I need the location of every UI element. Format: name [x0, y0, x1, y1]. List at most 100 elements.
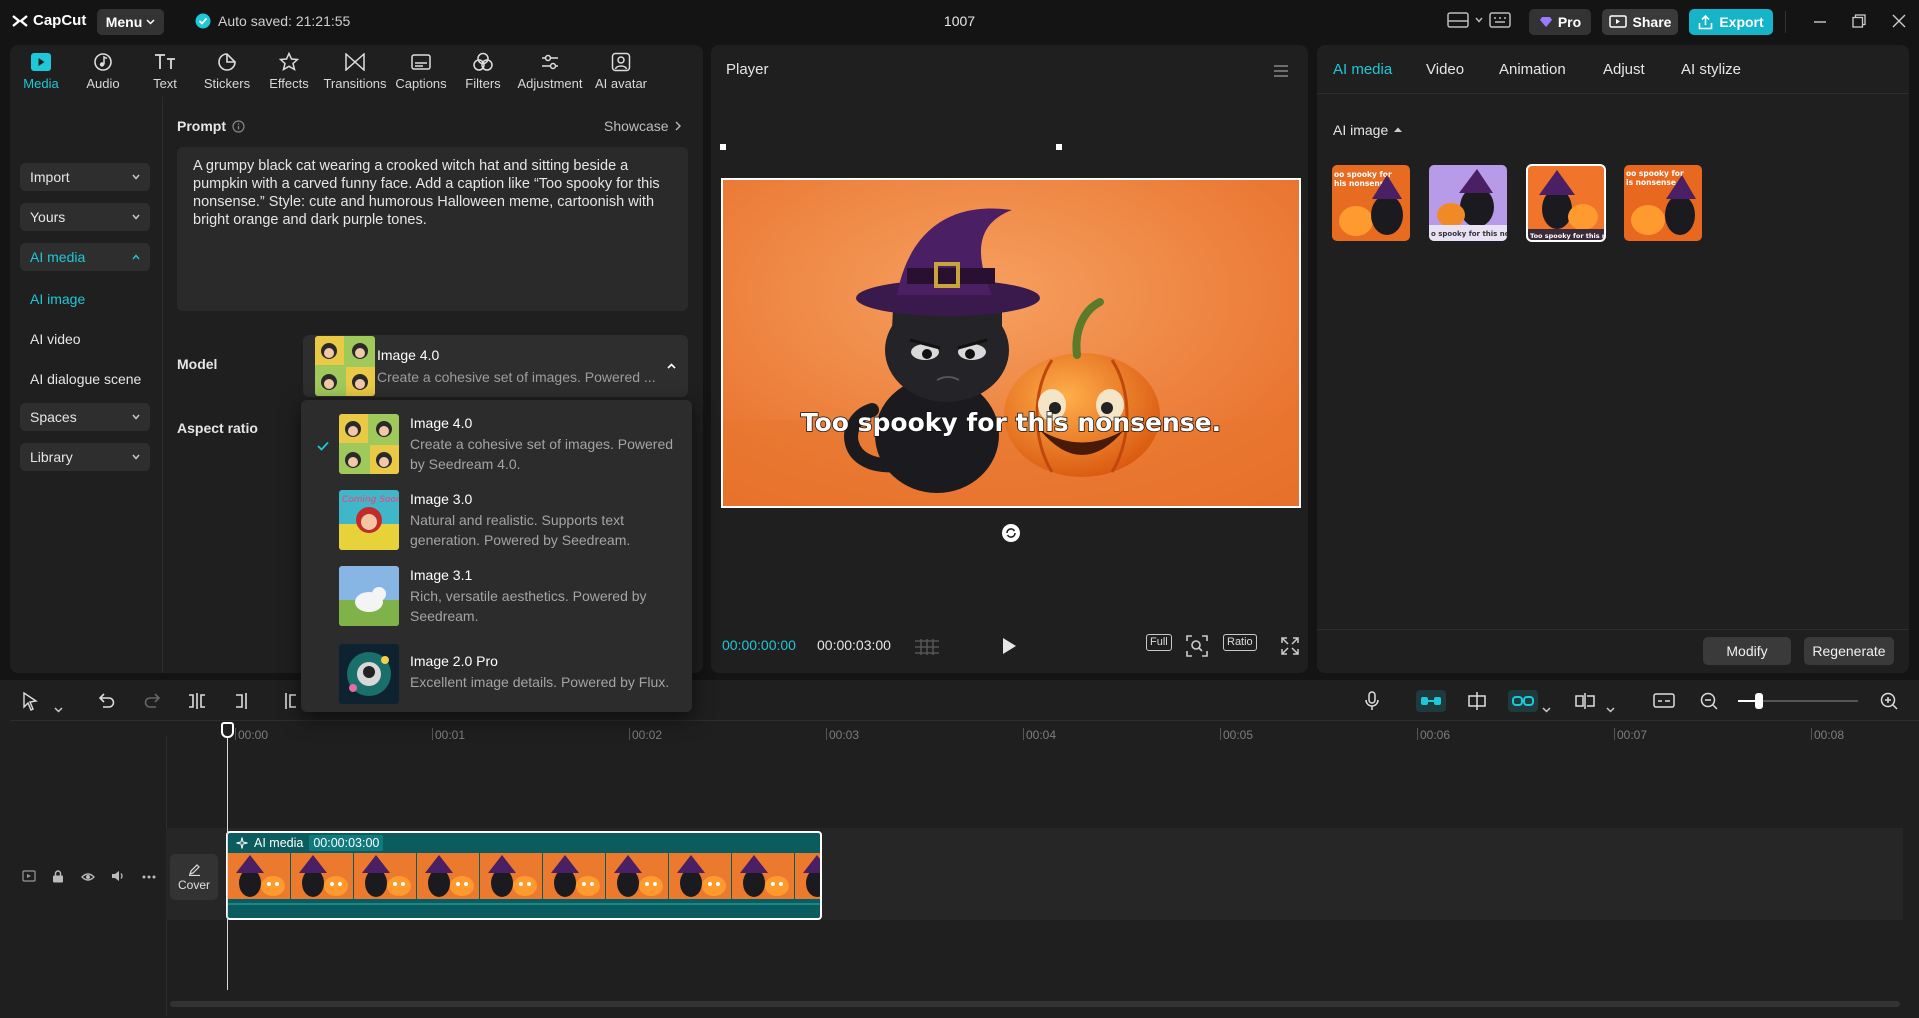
model-option-image-3-1[interactable]: Image 3.1 Rich, versatile aesthetics. Po… — [301, 562, 692, 632]
chevron-down-icon[interactable] — [1606, 699, 1615, 721]
pro-button[interactable]: Pro — [1529, 9, 1591, 35]
eye-icon[interactable] — [81, 872, 95, 882]
split-icon[interactable] — [188, 690, 206, 712]
prompt-textarea[interactable]: A grumpy black cat wearing a crooked wit… — [177, 147, 688, 311]
layout-icon[interactable] — [1447, 12, 1469, 28]
nav-import[interactable]: Import — [20, 163, 150, 191]
model-option-image-4-0[interactable]: Image 4.0 Create a cohesive set of image… — [301, 410, 692, 480]
delete-left-icon[interactable] — [234, 690, 252, 712]
text-icon — [154, 51, 176, 73]
layout-controls — [1447, 12, 1511, 28]
menu-button[interactable]: Menu — [97, 9, 164, 35]
video-preview[interactable]: Too spooky for this nonsense. — [722, 180, 1300, 506]
tab-adjust[interactable]: Adjust — [1603, 61, 1645, 78]
timeline-scrollbar[interactable] — [170, 1001, 1900, 1007]
showcase-link[interactable]: Showcase — [604, 118, 681, 134]
ratio-button[interactable]: Ratio — [1223, 630, 1257, 654]
lock-icon[interactable] — [52, 870, 64, 883]
full-button[interactable]: Full — [1146, 630, 1172, 654]
zoom-fit-icon[interactable] — [1186, 635, 1208, 657]
ruler-label: 00:04 — [1026, 728, 1057, 742]
restore-icon[interactable] — [1852, 14, 1866, 28]
chevron-down-icon — [132, 174, 140, 180]
tool-effects[interactable]: Effects — [258, 45, 320, 97]
tool-audio[interactable]: Audio — [72, 45, 134, 97]
tool-filters[interactable]: Filters — [452, 45, 514, 97]
result-thumbnail[interactable]: o spooky for this nonsens — [1429, 165, 1507, 241]
result-thumbnail[interactable]: oo spooky for is nonsense. — [1624, 165, 1702, 241]
ratio-label: Ratio — [1223, 633, 1257, 651]
clip-frame-thumbnail — [543, 853, 606, 899]
tab-video[interactable]: Video — [1426, 61, 1464, 78]
ai-media-clip[interactable]: AI media 00:00:03:00 — [226, 831, 822, 920]
close-icon[interactable] — [1892, 14, 1906, 28]
share-button[interactable]: Share — [1602, 9, 1678, 35]
tab-ai-stylize[interactable]: AI stylize — [1681, 61, 1741, 78]
play-icon[interactable] — [1001, 637, 1017, 655]
preview-axis-icon[interactable] — [1574, 690, 1596, 712]
nav-ai-image[interactable]: AI image — [30, 291, 85, 307]
minimize-icon[interactable] — [1813, 16, 1827, 28]
resize-handle[interactable] — [720, 144, 726, 150]
redo-icon[interactable] — [144, 690, 162, 712]
tool-media[interactable]: Media — [10, 45, 72, 97]
divider — [10, 720, 1919, 721]
regenerate-button[interactable]: Regenerate — [1804, 637, 1894, 665]
select-cursor-icon[interactable] — [22, 690, 40, 712]
keyboard-icon[interactable] — [1489, 12, 1511, 28]
fullscreen-icon[interactable] — [1281, 637, 1299, 655]
microphone-icon[interactable] — [1364, 690, 1380, 712]
ai-image-section-toggle[interactable]: AI image — [1333, 122, 1403, 138]
ruler-label: 00:01 — [435, 728, 466, 742]
tool-captions[interactable]: Captions — [390, 45, 452, 97]
nav-spaces[interactable]: Spaces — [20, 403, 150, 431]
modify-button[interactable]: Modify — [1703, 637, 1791, 665]
tab-ai-media[interactable]: AI media — [1333, 61, 1392, 78]
result-thumbnail[interactable]: oo spooky for his nonsense. — [1332, 165, 1410, 241]
nav-library[interactable]: Library — [20, 443, 150, 471]
info-icon[interactable] — [232, 119, 245, 133]
hamburger-menu-icon[interactable] — [1273, 65, 1289, 77]
svg-text:Coming Soon!: Coming Soon! — [342, 495, 399, 505]
playhead[interactable] — [227, 722, 228, 990]
zoom-out-icon[interactable] — [1700, 690, 1718, 712]
model-option-image-3-0[interactable]: Coming Soon! Image 3.0 Natural and reali… — [301, 486, 692, 556]
playhead-handle[interactable] — [221, 722, 234, 738]
result-thumbnail-selected[interactable]: Too spooky for this nonsense — [1526, 164, 1606, 242]
more-options-icon[interactable] — [142, 875, 156, 879]
nav-ai-dialogue-scene[interactable]: AI dialogue scene — [30, 371, 141, 387]
nav-ai-video[interactable]: AI video — [30, 331, 81, 347]
zoom-slider-handle[interactable] — [1755, 693, 1763, 709]
tool-transitions[interactable]: Transitions — [320, 45, 390, 97]
tool-text[interactable]: Text — [134, 45, 196, 97]
caption-track-icon[interactable] — [1653, 690, 1675, 712]
clip-duration: 00:00:03:00 — [309, 835, 384, 851]
magnet-snap-toggle[interactable] — [1416, 690, 1446, 712]
undo-icon[interactable] — [97, 690, 115, 712]
auto-snap-icon[interactable] — [1466, 690, 1488, 712]
tab-animation[interactable]: Animation — [1499, 61, 1566, 78]
chevron-down-icon[interactable] — [1475, 17, 1483, 23]
model-select[interactable]: Image 4.0 Create a cohesive set of image… — [303, 335, 688, 397]
export-button[interactable]: Export — [1689, 9, 1773, 35]
nav-yours[interactable]: Yours — [20, 203, 150, 231]
chevron-down-icon[interactable] — [1542, 699, 1551, 721]
tool-label: Audio — [86, 76, 120, 91]
zoom-in-icon[interactable] — [1880, 690, 1898, 712]
tool-ai-avatar[interactable]: AI avatar — [586, 45, 656, 97]
tool-adjustment[interactable]: Adjustment — [514, 45, 586, 97]
model-option-image-2-0-pro[interactable]: Image 2.0 Pro Excellent image details. P… — [301, 640, 692, 710]
timeline-grid-icon[interactable] — [914, 639, 940, 655]
rotate-icon[interactable] — [1001, 523, 1021, 543]
tool-stickers[interactable]: Stickers — [196, 45, 258, 97]
cover-button[interactable]: Cover — [170, 854, 218, 900]
nav-ai-media[interactable]: AI media — [20, 243, 150, 271]
delete-right-icon[interactable] — [280, 690, 298, 712]
clip-frame-thumbnail — [291, 853, 354, 899]
ruler-tick — [1811, 728, 1812, 740]
share-label: Share — [1632, 14, 1672, 30]
chevron-down-icon[interactable] — [54, 699, 63, 721]
link-toggle[interactable] — [1508, 690, 1538, 712]
resize-handle[interactable] — [1056, 144, 1062, 150]
speaker-icon[interactable] — [111, 870, 125, 882]
